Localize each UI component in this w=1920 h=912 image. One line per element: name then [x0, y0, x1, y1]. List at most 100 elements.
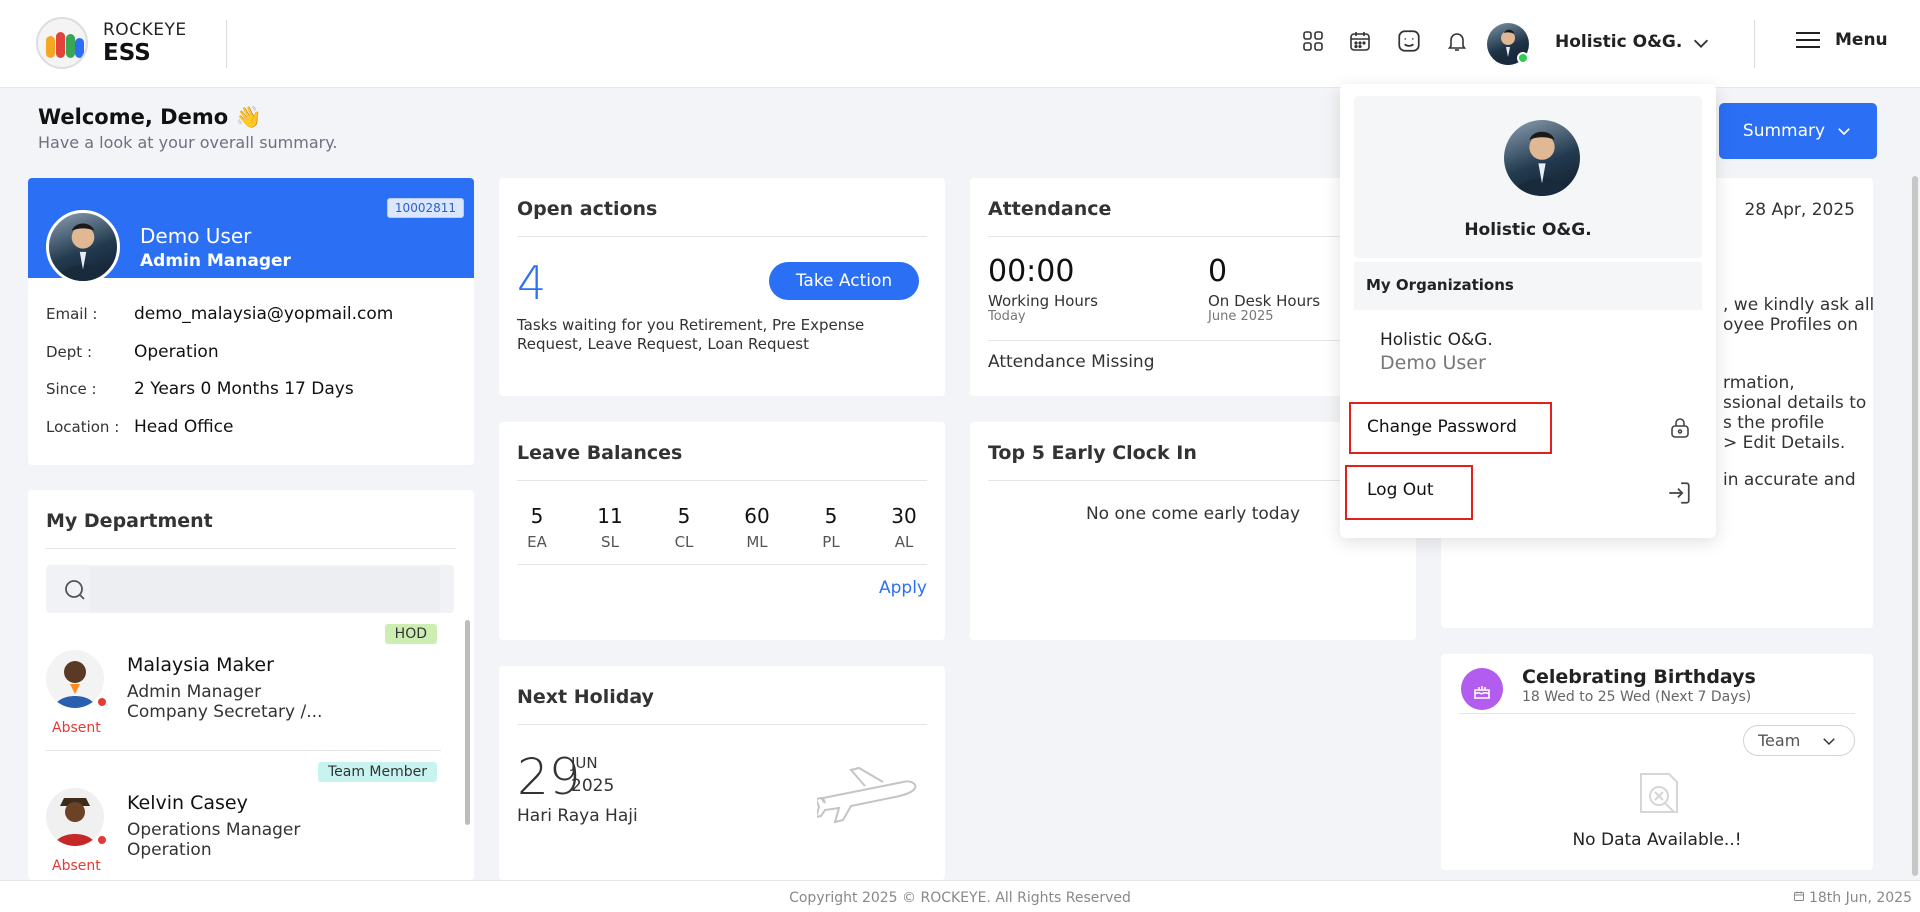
- footer: Copyright 2025 © ROCKEYE. All Rights Res…: [0, 880, 1920, 912]
- announcement-date: 28 Apr, 2025: [1744, 200, 1855, 220]
- highlight-box: [1345, 465, 1473, 520]
- footer-date: 18th Jun, 2025: [1793, 890, 1912, 906]
- organization-name[interactable]: Holistic O&G.: [1380, 330, 1493, 350]
- leave-value: 5: [530, 504, 544, 528]
- early-clock-in-title: Top 5 Early Clock In: [988, 442, 1197, 464]
- search-icon: [65, 580, 85, 600]
- birthdays-card: Celebrating Birthdays 18 Wed to 25 Wed (…: [1441, 654, 1873, 870]
- take-action-button[interactable]: Take Action: [769, 262, 919, 300]
- email-row: Email : demo_malaysia@yopmail.com: [46, 304, 393, 324]
- department-scrollbar[interactable]: [465, 620, 470, 825]
- location-label: Location :: [46, 418, 120, 436]
- status-text: Absent: [52, 858, 101, 874]
- leave-value: 30: [891, 504, 917, 528]
- leave-code: PL: [822, 533, 840, 551]
- hamburger-icon: [1796, 32, 1820, 48]
- footer-date-text: 18th Jun, 2025: [1808, 890, 1912, 906]
- holiday-month: JUN: [571, 754, 598, 772]
- working-hours-value: 00:00: [988, 254, 1075, 289]
- member-role: Operations Manager: [127, 820, 301, 840]
- leave-value: 5: [677, 504, 691, 528]
- summary-label: Summary: [1742, 121, 1826, 141]
- since-value: 2 Years 0 Months 17 Days: [134, 379, 354, 399]
- divider: [517, 480, 927, 481]
- announcement-text: ssional details to: [1723, 393, 1867, 413]
- dept-row: Dept : Operation: [46, 342, 219, 362]
- team-member-tag: Team Member: [317, 762, 437, 782]
- leave-item-al: 30 AL: [874, 504, 934, 551]
- announcement-text: , we kindly ask all: [1723, 295, 1875, 315]
- chevron-down-icon[interactable]: [1690, 32, 1712, 58]
- empty-state-text: No Data Available..!: [1572, 830, 1742, 850]
- brand-name: ROCKEYE: [103, 20, 187, 40]
- menu-button[interactable]: Menu: [1795, 30, 1888, 50]
- desk-hours-label: On Desk Hours: [1208, 292, 1321, 310]
- organization-user: Demo User: [1380, 352, 1486, 374]
- divider: [46, 548, 456, 549]
- no-data-icon: [1640, 773, 1678, 813]
- divider: [988, 236, 1398, 237]
- member-dept: Operation: [127, 840, 212, 860]
- holiday-name: Hari Raya Haji: [517, 806, 638, 826]
- working-hours-sub: Today: [988, 309, 1026, 324]
- summary-button[interactable]: Summary: [1719, 103, 1877, 159]
- announcement-text: rmation,: [1723, 373, 1795, 393]
- airplane-icon: [817, 766, 917, 824]
- leave-code: ML: [746, 533, 768, 551]
- divider: [517, 724, 927, 725]
- location-row: Location : Head Office: [46, 417, 233, 437]
- divider: [226, 20, 227, 68]
- divider: [517, 236, 927, 237]
- cake-icon: [1461, 668, 1503, 710]
- emoji-face-icon[interactable]: [1394, 26, 1424, 56]
- email-value: demo_malaysia@yopmail.com: [134, 304, 394, 324]
- leave-item-cl: 5 CL: [654, 504, 714, 551]
- search-input[interactable]: [90, 567, 440, 611]
- holiday-year: 2025: [571, 776, 615, 796]
- location-value: Head Office: [134, 417, 234, 437]
- birthdays-title: Celebrating Birthdays: [1522, 666, 1756, 688]
- open-actions-title: Open actions: [517, 198, 658, 220]
- apps-grid-icon[interactable]: [1298, 26, 1328, 56]
- dropdown-user-name: Holistic O&G.: [1464, 220, 1592, 240]
- welcome-subtitle: Have a look at your overall summary.: [38, 133, 338, 152]
- page-scrollbar[interactable]: [1912, 176, 1918, 876]
- since-label: Since :: [46, 380, 97, 398]
- apply-leave-link[interactable]: Apply: [879, 578, 927, 598]
- profile-card: 10002811 Demo User Admin Manager Email :…: [28, 178, 474, 465]
- leave-item-ea: 5 EA: [507, 504, 567, 551]
- team-filter-select[interactable]: Team: [1743, 725, 1855, 756]
- leave-item-pl: 5 PL: [801, 504, 861, 551]
- attendance-missing-link[interactable]: Attendance Missing: [988, 352, 1154, 372]
- logout-icon: [1669, 482, 1690, 504]
- member-role: Admin Manager: [127, 682, 262, 702]
- member-dept: Company Secretary /...: [127, 702, 323, 722]
- hod-tag: HOD: [384, 624, 437, 644]
- rockeye-logo[interactable]: [36, 17, 88, 69]
- calendar-icon[interactable]: [1345, 26, 1375, 56]
- leave-code: CL: [674, 533, 694, 551]
- member-name: Kelvin Casey: [127, 792, 248, 814]
- open-actions-count: 4: [517, 256, 547, 310]
- leave-item-ml: 60 ML: [727, 504, 787, 551]
- leave-item-sl: 11 SL: [580, 504, 640, 551]
- leave-code: EA: [527, 533, 547, 551]
- bell-icon[interactable]: [1442, 26, 1472, 56]
- divider: [988, 340, 1398, 341]
- welcome-title: Welcome, Demo 👋: [38, 105, 262, 129]
- leave-value: 60: [744, 504, 770, 528]
- attendance-title: Attendance: [988, 198, 1112, 220]
- absent-dot: [96, 834, 108, 846]
- org-switcher-label[interactable]: Holistic O&G.: [1555, 32, 1682, 52]
- desk-hours-sub: June 2025: [1208, 309, 1274, 324]
- team-filter-value: Team: [1758, 731, 1801, 750]
- working-hours-label: Working Hours: [988, 292, 1098, 310]
- chevron-down-icon: [1823, 737, 1836, 745]
- department-search: [46, 565, 454, 613]
- department-title: My Department: [46, 510, 213, 532]
- calendar-icon: [1793, 891, 1804, 901]
- online-status-dot: [1517, 52, 1529, 64]
- absent-dot: [96, 696, 108, 708]
- brand: ROCKEYE ESS: [103, 20, 187, 66]
- menu-label: Menu: [1835, 30, 1888, 50]
